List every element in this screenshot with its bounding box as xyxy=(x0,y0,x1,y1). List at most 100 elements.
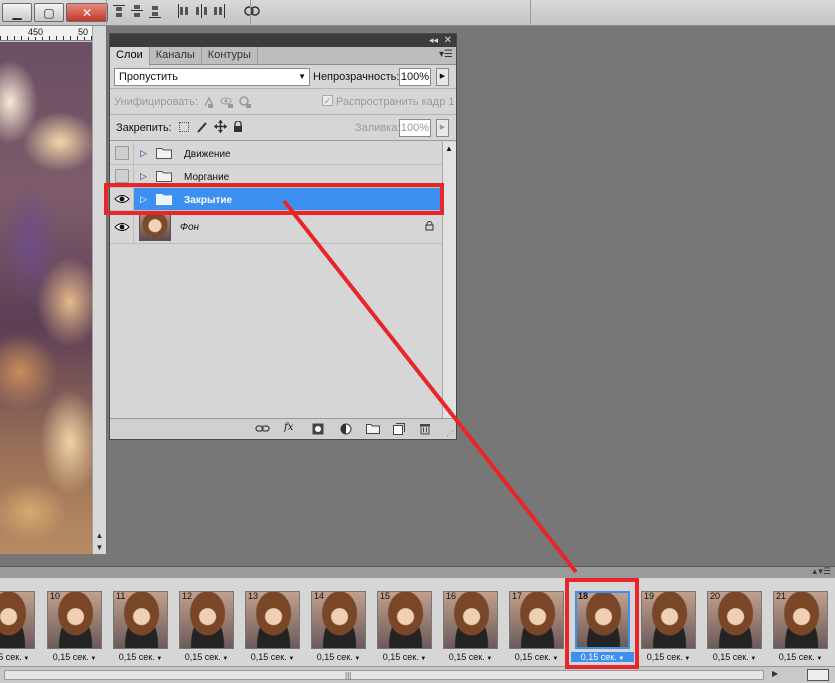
scroll-up-arrow-icon[interactable]: ▲ xyxy=(445,144,453,153)
layer-row-motion[interactable]: ▷ Движение xyxy=(110,142,442,165)
animation-frame[interactable]: 16 0,15 сек. ▼ xyxy=(439,583,502,663)
layer-row-blink[interactable]: ▷ Моргание xyxy=(110,165,442,188)
propagate-frame-checkbox[interactable]: ✓ xyxy=(322,95,333,106)
close-button[interactable]: ✕ xyxy=(66,3,108,22)
delete-layer-icon[interactable] xyxy=(419,423,433,435)
layer-name: Закрытие xyxy=(184,195,233,206)
frame-delay-select[interactable]: 0,15 сек. ▼ xyxy=(43,652,106,662)
distribute-hcenter-icon[interactable] xyxy=(194,3,208,19)
lock-all-icon[interactable] xyxy=(233,120,243,136)
expand-triangle-icon[interactable]: ▷ xyxy=(140,171,147,182)
toolbar-divider xyxy=(250,0,251,26)
timeline-mode-icon[interactable] xyxy=(807,669,829,681)
ruler-tick-label: 50 xyxy=(78,27,89,37)
link-layers-icon[interactable] xyxy=(255,423,270,435)
document-canvas-image[interactable] xyxy=(0,42,92,554)
animation-frame[interactable]: 12 0,15 сек. ▼ xyxy=(175,583,238,663)
layer-row-closing[interactable]: ▷ Закрытие xyxy=(110,188,442,211)
animation-frame[interactable]: 19 0,15 сек. ▼ xyxy=(637,583,700,663)
new-group-icon[interactable] xyxy=(366,423,380,435)
frame-delay-select[interactable]: 0,15 сек. ▼ xyxy=(571,652,634,662)
visibility-empty-box xyxy=(115,146,129,160)
animation-frame[interactable]: 18 0,15 сек. ▼ xyxy=(571,583,634,663)
frame-delay-select[interactable]: 0,15 сек. ▼ xyxy=(439,652,502,662)
frame-delay-select[interactable]: 0,15 сек. ▼ xyxy=(175,652,238,662)
animation-frame[interactable]: 20 0,15 сек. ▼ xyxy=(703,583,766,663)
animation-frame[interactable]: 0,15 сек. ▼ xyxy=(0,583,39,663)
lock-transparency-icon[interactable] xyxy=(179,122,189,132)
frame-delay-select[interactable]: 0,15 сек. ▼ xyxy=(637,652,700,662)
tab-layers[interactable]: Слои xyxy=(110,47,150,66)
panel-menu-icon[interactable]: ▾☰ xyxy=(818,566,831,577)
expand-triangle-icon[interactable]: ▷ xyxy=(140,148,147,159)
scroll-down-arrow-icon[interactable]: ▼ xyxy=(93,541,106,554)
tab-paths[interactable]: Контуры xyxy=(202,47,258,65)
distribute-vcenter-icon[interactable] xyxy=(130,3,144,19)
distribute-right-icon[interactable] xyxy=(212,3,226,19)
close-panel-icon[interactable]: ✕ xyxy=(444,34,452,47)
collapse-panel-icon[interactable]: ▴ xyxy=(812,566,817,577)
add-mask-icon[interactable] xyxy=(312,423,326,435)
frame-delay-value: 0,15 сек. xyxy=(184,652,221,662)
visibility-toggle[interactable] xyxy=(110,211,134,243)
adjustment-layer-icon[interactable] xyxy=(340,423,354,435)
visibility-toggle[interactable] xyxy=(110,142,134,164)
distribute-left-icon[interactable] xyxy=(176,3,190,19)
collapse-panel-icon[interactable]: ◂◂ xyxy=(429,34,438,47)
unify-label: Унифицировать: xyxy=(114,96,199,108)
distribute-bottom-icon[interactable] xyxy=(148,3,162,19)
layer-row-background[interactable]: Фон xyxy=(110,211,442,244)
unify-visibility-icon[interactable] xyxy=(220,95,234,112)
frame-delay-select[interactable]: 0,15 сек. ▼ xyxy=(769,652,832,662)
frame-delay-select[interactable]: 0,15 сек. ▼ xyxy=(0,652,39,662)
window-controls: ▁ ▢ ✕ xyxy=(2,3,108,22)
opacity-input[interactable]: 100% xyxy=(399,68,431,86)
resize-grip-icon[interactable]: ⋰ xyxy=(446,429,454,438)
new-layer-icon[interactable] xyxy=(393,423,407,435)
restore-button[interactable]: ▢ xyxy=(34,3,64,22)
animation-frame[interactable]: 21 0,15 сек. ▼ xyxy=(769,583,832,663)
frame-delay-select[interactable]: 0,15 сек. ▼ xyxy=(109,652,172,662)
frame-delay-select[interactable]: 0,15 сек. ▼ xyxy=(505,652,568,662)
fill-input[interactable]: 100% xyxy=(399,119,431,137)
frame-number: 10 xyxy=(50,591,61,601)
frame-delay-select[interactable]: 0,15 сек. ▼ xyxy=(703,652,766,662)
frame-delay-select[interactable]: 0,15 сек. ▼ xyxy=(241,652,304,662)
blend-mode-select[interactable]: Пропустить ▼ xyxy=(114,68,310,86)
animation-frame[interactable]: 14 0,15 сек. ▼ xyxy=(307,583,370,663)
opacity-slider-arrow-icon[interactable]: ▶ xyxy=(436,68,449,86)
lock-pixels-icon[interactable] xyxy=(196,121,208,136)
eye-icon xyxy=(114,193,130,208)
panel-tabs: Слои Каналы Контуры ▾☰ xyxy=(110,47,456,66)
fill-slider-arrow-icon[interactable]: ▶ xyxy=(436,119,449,137)
layers-scrollbar[interactable]: ▲ ▼ xyxy=(442,142,456,418)
lock-position-icon[interactable] xyxy=(214,120,227,136)
animation-frame[interactable]: 17 0,15 сек. ▼ xyxy=(505,583,568,663)
folder-icon xyxy=(156,170,172,182)
dropdown-arrow-icon: ▼ xyxy=(418,656,427,662)
scroll-right-arrow-icon[interactable]: ▶ xyxy=(772,669,778,678)
animation-frame[interactable]: 10 0,15 сек. ▼ xyxy=(43,583,106,663)
scroll-down-arrow-icon[interactable]: ▼ xyxy=(445,407,453,416)
visibility-toggle[interactable] xyxy=(110,188,134,210)
frame-number: 13 xyxy=(248,591,259,601)
document-vertical-scrollbar[interactable]: ▲ ▼ xyxy=(92,26,106,554)
minimize-button[interactable]: ▁ xyxy=(2,3,32,22)
animation-frame[interactable]: 13 0,15 сек. ▼ xyxy=(241,583,304,663)
frame-delay-select[interactable]: 0,15 сек. ▼ xyxy=(373,652,436,662)
animation-frame[interactable]: 11 0,15 сек. ▼ xyxy=(109,583,172,663)
visibility-toggle[interactable] xyxy=(110,165,134,187)
dropdown-arrow-icon: ▼ xyxy=(220,656,229,662)
horizontal-scroll-thumb[interactable]: ||| xyxy=(4,670,764,680)
panel-titlebar[interactable]: ◂◂ ✕ xyxy=(110,34,456,47)
distribute-top-icon[interactable] xyxy=(112,3,126,19)
frame-delay-select[interactable]: 0,15 сек. ▼ xyxy=(307,652,370,662)
panel-menu-icon[interactable]: ▾☰ xyxy=(439,49,453,60)
expand-triangle-icon[interactable]: ▷ xyxy=(140,194,147,205)
unify-position-icon[interactable] xyxy=(202,95,216,112)
auto-align-icon[interactable] xyxy=(244,3,260,19)
unify-style-icon[interactable] xyxy=(238,95,252,112)
animation-frame[interactable]: 15 0,15 сек. ▼ xyxy=(373,583,436,663)
tab-channels[interactable]: Каналы xyxy=(150,47,202,65)
fx-icon[interactable]: fx xyxy=(284,422,298,434)
